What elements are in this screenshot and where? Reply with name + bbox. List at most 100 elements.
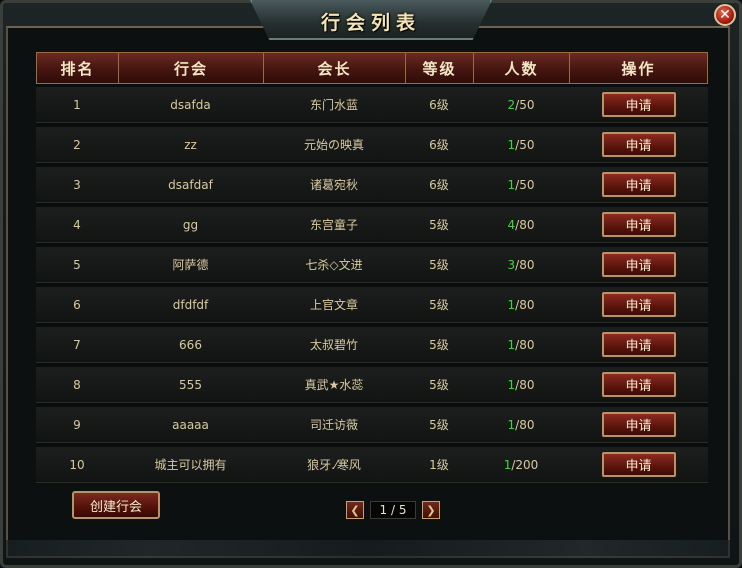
leader-cell: 太叔碧竹 xyxy=(309,338,358,352)
rank-cell: 8 xyxy=(73,377,81,392)
rank-cell: 9 xyxy=(73,417,81,432)
members-max: /50 xyxy=(515,177,535,192)
members-max: /80 xyxy=(515,217,535,232)
prev-page-button[interactable]: ❮ xyxy=(346,501,364,519)
members-cell: 4/80 xyxy=(473,207,569,242)
members-cell: 1/80 xyxy=(473,327,569,362)
action-cell: 申请 xyxy=(569,287,708,322)
members-max: /200 xyxy=(511,457,539,472)
action-cell: 申请 xyxy=(569,447,708,482)
leader-cell: 狼牙.⁄寒风 xyxy=(307,458,361,472)
members-max: /50 xyxy=(515,137,535,152)
table-row: 5 阿萨德 七杀◇文进 5级 3/80 申请 xyxy=(36,247,708,283)
action-cell: 申请 xyxy=(569,367,708,402)
apply-button[interactable]: 申请 xyxy=(601,252,676,277)
table-row: 3 dsafdaf 诸葛宛秋 6级 1/50 申请 xyxy=(36,167,708,203)
table-row: 7 666 太叔碧竹 5级 1/80 申请 xyxy=(36,327,708,363)
leader-cell: 上官文章 xyxy=(309,298,358,312)
action-cell: 申请 xyxy=(569,247,708,282)
guild-name-cell: aaaaa xyxy=(172,417,209,432)
level-cell: 5级 xyxy=(429,258,449,272)
members-max: /50 xyxy=(515,97,535,112)
members-max: /80 xyxy=(515,377,535,392)
apply-button[interactable]: 申请 xyxy=(601,452,676,477)
next-page-button[interactable]: ❯ xyxy=(422,501,440,519)
members-cell: 1/80 xyxy=(473,287,569,322)
members-cell: 3/80 xyxy=(473,247,569,282)
leader-cell: 元始の映真 xyxy=(303,138,364,152)
members-max: /80 xyxy=(515,417,535,432)
members-cell: 2/50 xyxy=(473,87,569,122)
level-cell: 5级 xyxy=(429,418,449,432)
table-row: 9 aaaaa 司迁访薇 5级 1/80 申请 xyxy=(36,407,708,443)
rank-cell: 10 xyxy=(69,457,85,472)
leader-cell: 东门水蓝 xyxy=(309,98,358,112)
table-row: 2 zz 元始の映真 6级 1/50 申请 xyxy=(36,127,708,163)
members-cell: 1/80 xyxy=(473,367,569,402)
action-cell: 申请 xyxy=(569,167,708,202)
guild-rows: 1 dsafda 东门水蓝 6级 2/50 申请 2 zz 元始の映真 6级 1/50 申请 3 dsaf… xyxy=(36,87,708,487)
members-current: 2 xyxy=(507,97,516,112)
leader-cell: 真武★水蕊 xyxy=(304,378,364,392)
level-cell: 1级 xyxy=(429,458,449,472)
level-cell: 5级 xyxy=(429,298,449,312)
apply-button[interactable]: 申请 xyxy=(601,92,676,117)
apply-button[interactable]: 申请 xyxy=(601,332,676,357)
members-current: 1 xyxy=(503,457,512,472)
guild-name-cell: dsafdaf xyxy=(168,177,213,192)
action-cell: 申请 xyxy=(569,127,708,162)
rank-cell: 6 xyxy=(73,297,81,312)
guild-name-cell: dfdfdf xyxy=(172,297,209,312)
members-current: 1 xyxy=(507,137,516,152)
guild-name-cell: dsafda xyxy=(170,97,211,112)
level-cell: 6级 xyxy=(429,178,449,192)
header-action: 操作 xyxy=(569,52,708,84)
table-row: 10 城主可以拥有 狼牙.⁄寒风 1级 1/200 申请 xyxy=(36,447,708,483)
members-cell: 1/80 xyxy=(473,407,569,442)
apply-button[interactable]: 申请 xyxy=(601,372,676,397)
level-cell: 6级 xyxy=(429,138,449,152)
apply-button[interactable]: 申请 xyxy=(601,132,676,157)
header-members: 人数 xyxy=(473,52,569,84)
members-max: /80 xyxy=(515,257,535,272)
members-current: 3 xyxy=(507,257,516,272)
table-row: 4 gg 东宫童子 5级 4/80 申请 xyxy=(36,207,708,243)
guild-name-cell: gg xyxy=(182,217,199,232)
action-cell: 申请 xyxy=(569,327,708,362)
header-guild: 行会 xyxy=(118,52,263,84)
apply-button[interactable]: 申请 xyxy=(601,212,676,237)
rank-cell: 5 xyxy=(73,257,81,272)
chevron-right-icon: ❯ xyxy=(426,503,436,517)
close-icon: ✕ xyxy=(719,7,731,23)
apply-button[interactable]: 申请 xyxy=(601,172,676,197)
leader-cell: 诸葛宛秋 xyxy=(309,178,358,192)
page-indicator: 1 / 5 xyxy=(370,501,416,519)
table-header: 排名 行会 会长 等级 人数 操作 xyxy=(36,52,708,84)
rank-cell: 7 xyxy=(73,337,81,352)
rank-cell: 4 xyxy=(73,217,81,232)
leader-cell: 七杀◇文进 xyxy=(305,258,363,272)
table-row: 1 dsafda 东门水蓝 6级 2/50 申请 xyxy=(36,87,708,123)
rank-cell: 3 xyxy=(73,177,81,192)
close-button[interactable]: ✕ xyxy=(714,4,736,26)
members-cell: 1/50 xyxy=(473,127,569,162)
apply-button[interactable]: 申请 xyxy=(601,292,676,317)
members-cell: 1/50 xyxy=(473,167,569,202)
pagination: ❮ 1 / 5 ❯ xyxy=(346,500,440,520)
level-cell: 5级 xyxy=(429,378,449,392)
leader-cell: 司迁访薇 xyxy=(309,418,358,432)
action-cell: 申请 xyxy=(569,87,708,122)
chevron-left-icon: ❮ xyxy=(350,503,360,517)
members-current: 4 xyxy=(507,217,516,232)
header-leader: 会长 xyxy=(263,52,405,84)
apply-button[interactable]: 申请 xyxy=(601,412,676,437)
header-rank: 排名 xyxy=(36,52,118,84)
create-guild-button[interactable]: 创建行会 xyxy=(72,491,160,519)
rank-cell: 2 xyxy=(73,137,81,152)
members-current: 1 xyxy=(507,297,516,312)
guild-name-cell: 555 xyxy=(179,377,202,392)
table-row: 6 dfdfdf 上官文章 5级 1/80 申请 xyxy=(36,287,708,323)
members-max: /80 xyxy=(515,297,535,312)
members-current: 1 xyxy=(507,417,516,432)
window-title: 行会列表 xyxy=(320,12,421,34)
